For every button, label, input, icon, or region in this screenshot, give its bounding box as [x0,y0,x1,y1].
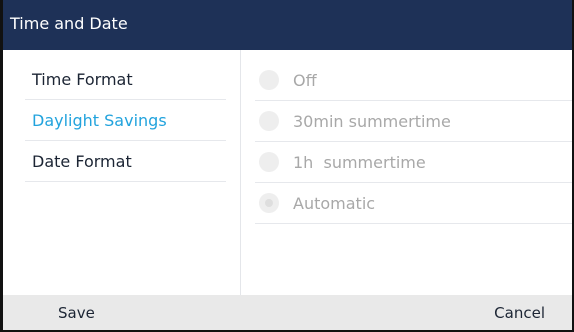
option-off[interactable]: Off [255,60,572,101]
cancel-button[interactable]: Cancel [494,295,545,332]
option-label: Automatic [293,194,376,213]
radio-button[interactable] [259,70,279,90]
softkey-bar: Save Cancel [3,295,572,330]
settings-nav: Time Format Daylight Savings Date Format [3,50,240,295]
option-label: 1h summertime [293,153,426,172]
title-bar: Time and Date [3,0,572,50]
option-label: Off [293,71,317,90]
nav-item-time-format[interactable]: Time Format [25,60,226,100]
screen-border-left [0,0,3,332]
nav-item-date-format[interactable]: Date Format [25,142,226,182]
nav-item-label: Daylight Savings [32,111,167,130]
daylight-savings-options: Off 30min summertime 1h summertime Autom… [241,50,572,295]
nav-item-daylight-savings[interactable]: Daylight Savings [25,101,226,141]
option-30min-summertime[interactable]: 30min summertime [255,101,572,142]
time-and-date-screen: Time and Date Time Format Daylight Savin… [0,0,574,332]
option-1h-summertime[interactable]: 1h summertime [255,142,572,183]
radio-button[interactable] [259,152,279,172]
radio-button[interactable] [259,111,279,131]
option-automatic[interactable]: Automatic [255,183,572,224]
radio-button-selected[interactable] [259,193,279,213]
nav-item-label: Date Format [32,152,132,171]
option-label: 30min summertime [293,112,451,131]
nav-item-label: Time Format [32,70,133,89]
save-button[interactable]: Save [58,295,95,332]
page-title: Time and Date [10,14,128,33]
